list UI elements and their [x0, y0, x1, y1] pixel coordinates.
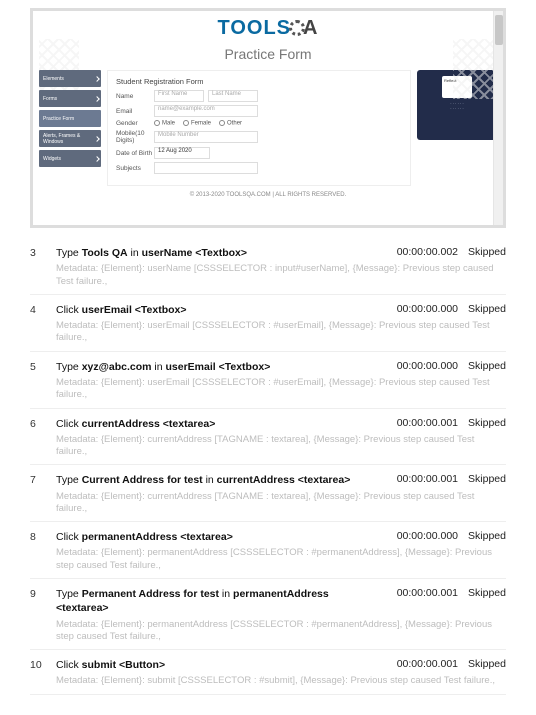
- sidebar-item-label: Elements: [43, 76, 64, 82]
- embedded-screenshot-wrap: TOOLS A Practice Form Elements Forms Prac…: [0, 0, 536, 228]
- step-metadata: Metadata: {Element}: userEmail [CSSSELEC…: [56, 377, 506, 402]
- gender-options: Male Female Other: [154, 120, 242, 127]
- gender-female[interactable]: Female: [183, 120, 211, 127]
- ad-text: · · · · · ·· · · · · ·: [450, 102, 464, 112]
- step-status: Skipped: [458, 303, 506, 315]
- step-status: Skipped: [458, 246, 506, 258]
- step-number: 5: [30, 360, 56, 373]
- email-label: Email: [116, 108, 154, 115]
- step-action: Click userEmail <Textbox>: [56, 303, 378, 317]
- logo-text-part1: TOOLS: [218, 17, 292, 39]
- first-name-input[interactable]: First Name: [154, 90, 204, 102]
- step-number: 3: [30, 246, 56, 259]
- step-duration: 00:00:00.001: [378, 658, 458, 670]
- test-log: 3Type Tools QA in userName <Textbox>00:0…: [0, 228, 536, 715]
- step-duration: 00:00:00.000: [378, 360, 458, 372]
- step-status: Skipped: [458, 587, 506, 599]
- dob-input[interactable]: 12 Aug 2020: [154, 147, 210, 159]
- page-subtitle: Practice Form: [33, 46, 503, 62]
- step-number: 10: [30, 658, 56, 671]
- step-metadata: Metadata: {Element}: currentAddress [TAG…: [56, 491, 506, 516]
- scrollbar-thumb[interactable]: [495, 15, 503, 45]
- sidebar-item-label: Widgets: [43, 156, 61, 162]
- step-metadata: Metadata: {Element}: permanentAddress [C…: [56, 547, 506, 572]
- radio-icon: [183, 120, 189, 126]
- step-action: Click submit <Button>: [56, 658, 378, 672]
- log-row: 9Type Permanent Address for test in perm…: [30, 579, 506, 650]
- step-number: 4: [30, 303, 56, 316]
- log-row: 5Type xyz@abc.com in userEmail <Textbox>…: [30, 352, 506, 409]
- step-status: Skipped: [458, 473, 506, 485]
- step-metadata: Metadata: {Element}: currentAddress [TAG…: [56, 434, 506, 459]
- dob-label: Date of Birth: [116, 150, 154, 157]
- form-title: Student Registration Form: [116, 77, 402, 86]
- subjects-label: Subjects: [116, 165, 154, 172]
- step-action: Type Permanent Address for test in perma…: [56, 587, 378, 615]
- step-metadata: Metadata: {Element}: permanentAddress [C…: [56, 619, 506, 644]
- last-name-input[interactable]: Last Name: [208, 90, 258, 102]
- chevron-right-icon: [94, 76, 100, 82]
- step-number: 6: [30, 417, 56, 430]
- step-duration: 00:00:00.001: [378, 587, 458, 599]
- gear-icon: [289, 20, 305, 36]
- step-status: Skipped: [458, 360, 506, 372]
- step-action: Click permanentAddress <textarea>: [56, 530, 378, 544]
- step-number: 7: [30, 473, 56, 486]
- step-status: Skipped: [458, 658, 506, 670]
- sidebar-item-forms[interactable]: Forms: [39, 90, 101, 107]
- log-row: 6Click currentAddress <textarea>00:00:00…: [30, 409, 506, 466]
- sidebar-item-alerts[interactable]: Alerts, Frames & Windows: [39, 130, 101, 147]
- bg-pattern-right: [453, 39, 493, 99]
- toolsqa-logo: TOOLS A: [33, 17, 503, 40]
- sidebar-item-elements[interactable]: Elements: [39, 70, 101, 87]
- mobile-label: Mobile(10 Digits): [116, 130, 154, 144]
- chevron-right-icon: [94, 156, 100, 162]
- sidebar-item-widgets[interactable]: Widgets: [39, 150, 101, 167]
- sidebar-item-label: Alerts, Frames & Windows: [43, 133, 97, 145]
- step-status: Skipped: [458, 417, 506, 429]
- sidebar-item-label: Practice Form: [43, 116, 74, 122]
- radio-icon: [219, 120, 225, 126]
- step-action: Type Tools QA in userName <Textbox>: [56, 246, 378, 260]
- step-metadata: Metadata: {Element}: submit [CSSSELECTOR…: [56, 675, 506, 687]
- copyright-text: © 2013-2020 TOOLSQA.COM | ALL RIGHTS RES…: [33, 192, 503, 198]
- step-metadata: Metadata: {Element}: userName [CSSSELECT…: [56, 263, 506, 288]
- step-number: 8: [30, 530, 56, 543]
- step-duration: 00:00:00.000: [378, 303, 458, 315]
- log-row: 7Type Current Address for test in curren…: [30, 465, 506, 522]
- step-action: Click currentAddress <textarea>: [56, 417, 378, 431]
- scrollbar[interactable]: [493, 11, 503, 225]
- embedded-page: TOOLS A Practice Form Elements Forms Prac…: [33, 11, 503, 225]
- gender-other[interactable]: Other: [219, 120, 242, 127]
- mobile-input[interactable]: Mobile Number: [154, 131, 258, 143]
- log-row: 10Click submit <Button>00:00:00.001Skipp…: [30, 650, 506, 695]
- name-label: Name: [116, 93, 154, 100]
- chevron-right-icon: [94, 96, 100, 102]
- radio-icon: [154, 120, 160, 126]
- sidebar-item-label: Forms: [43, 96, 57, 102]
- sidebar-item-practice-form[interactable]: Practice Form: [39, 110, 101, 127]
- step-metadata: Metadata: {Element}: userEmail [CSSSELEC…: [56, 320, 506, 345]
- log-row: 4Click userEmail <Textbox>00:00:00.000Sk…: [30, 295, 506, 352]
- step-duration: 00:00:00.002: [378, 246, 458, 258]
- email-input[interactable]: name@example.com: [154, 105, 258, 117]
- gender-label: Gender: [116, 120, 154, 127]
- gender-male[interactable]: Male: [154, 120, 175, 127]
- embedded-screenshot: TOOLS A Practice Form Elements Forms Prac…: [30, 8, 506, 228]
- registration-form: Student Registration Form Name First Nam…: [107, 70, 411, 186]
- step-duration: 00:00:00.001: [378, 417, 458, 429]
- step-duration: 00:00:00.001: [378, 473, 458, 485]
- step-duration: 00:00:00.000: [378, 530, 458, 542]
- subjects-input[interactable]: [154, 162, 258, 174]
- log-row: 3Type Tools QA in userName <Textbox>00:0…: [30, 238, 506, 295]
- step-action: Type Current Address for test in current…: [56, 473, 378, 487]
- logo-text-part2: A: [303, 17, 318, 39]
- step-status: Skipped: [458, 530, 506, 542]
- chevron-right-icon: [94, 136, 100, 142]
- step-action: Type xyz@abc.com in userEmail <Textbox>: [56, 360, 378, 374]
- step-number: 9: [30, 587, 56, 600]
- log-row: 8Click permanentAddress <textarea>00:00:…: [30, 522, 506, 579]
